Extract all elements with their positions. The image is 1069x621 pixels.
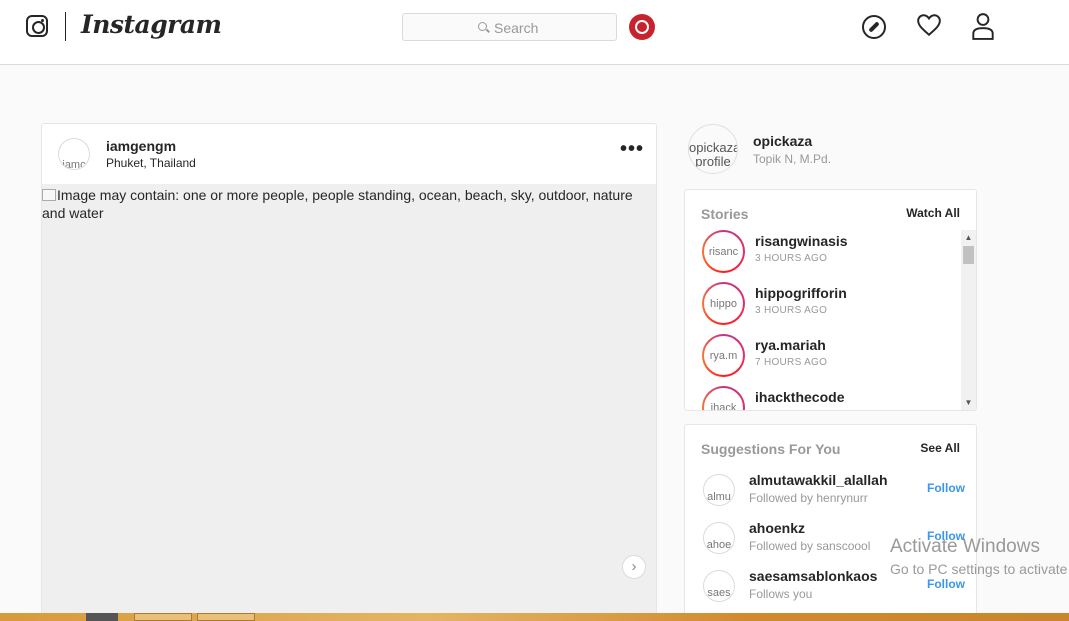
search-input[interactable]: Search [402, 13, 617, 41]
post-image-alt: Image may contain: one or more people, p… [42, 186, 642, 222]
compass-icon[interactable] [862, 15, 886, 39]
suggestion-username[interactable]: ahoenkz [749, 520, 805, 536]
story-username: hippogrifforin [755, 285, 847, 301]
suggestions-title: Suggestions For You [701, 441, 841, 457]
profile-fullname: Topik N, M.Pd. [753, 152, 832, 166]
story-avatar-ring: ihack [702, 386, 745, 410]
profile-username[interactable]: opickaza [753, 133, 812, 149]
watch-all-link[interactable]: Watch All [906, 206, 960, 220]
search-placeholder: Search [494, 20, 539, 36]
suggestions-panel: Suggestions For You See All almu almutaw… [684, 424, 977, 621]
suggestion-username[interactable]: saesamsablonkaos [749, 568, 877, 584]
taskbar-app-icon[interactable] [86, 613, 118, 621]
suggestion-item: almu almutawakkil_alallah Followed by he… [703, 472, 965, 512]
story-avatar-ring: hippo [702, 282, 745, 325]
suggestion-context: Followed by sanscoool [749, 539, 871, 553]
story-avatar: ihack [704, 388, 743, 410]
stories-scrollbar[interactable]: ▲ ▼ [961, 230, 976, 410]
suggestion-avatar[interactable]: almu [703, 474, 735, 506]
story-avatar-ring: rya.m [702, 334, 745, 377]
story-avatar: rya.m [704, 336, 743, 375]
story-avatar: hippo [704, 284, 743, 323]
story-username: risangwinasis [755, 233, 848, 249]
suggestion-context: Followed by henrynurr [749, 491, 868, 505]
extension-icon[interactable] [629, 14, 655, 40]
scroll-up-arrow-icon[interactable]: ▲ [961, 230, 976, 245]
story-item[interactable]: rya.m rya.mariah 7 HOURS AGO [702, 334, 952, 378]
post-image[interactable]: Image may contain: one or more people, p… [42, 184, 656, 620]
feed-post: iamc iamgengm Phuket, Thailand ••• Image… [41, 123, 657, 621]
taskbar-app-button[interactable] [197, 613, 255, 621]
activate-windows-subtitle: Go to PC settings to activate [890, 561, 1068, 577]
logo-divider [65, 12, 66, 41]
story-time: 7 HOURS AGO [755, 357, 828, 368]
post-image-alt-text: Image may contain: one or more people, p… [42, 187, 633, 221]
story-time: 3 HOURS AGO [755, 253, 828, 264]
post-username[interactable]: iamgengm [106, 138, 176, 154]
taskbar-app-button[interactable] [134, 613, 192, 621]
more-options-icon[interactable]: ••• [620, 139, 644, 159]
scroll-thumb[interactable] [963, 246, 974, 264]
taskbar [0, 613, 1069, 621]
story-avatar: risanc [704, 232, 743, 271]
scroll-down-arrow-icon[interactable]: ▼ [961, 395, 976, 410]
suggestion-avatar[interactable]: ahoe [703, 522, 735, 554]
story-username: rya.mariah [755, 337, 826, 353]
story-item[interactable]: ihack ihackthecode [702, 386, 952, 410]
broken-image-icon [42, 189, 56, 201]
chevron-right-icon[interactable]: › [622, 555, 646, 579]
story-item[interactable]: hippo hippogrifforin 3 HOURS AGO [702, 282, 952, 326]
see-all-link[interactable]: See All [920, 441, 960, 455]
user-icon[interactable] [970, 12, 996, 40]
stories-panel: Stories Watch All risanc risangwinasis 3… [684, 189, 977, 411]
top-navbar: Instagram Search [0, 0, 1069, 65]
story-item[interactable]: risanc risangwinasis 3 HOURS AGO [702, 230, 952, 274]
heart-icon[interactable] [916, 12, 942, 38]
instagram-glyph-icon[interactable] [26, 15, 48, 37]
instagram-wordmark[interactable]: Instagram [81, 10, 222, 39]
stories-list[interactable]: risanc risangwinasis 3 HOURS AGO hippo h… [685, 230, 961, 410]
profile-avatar[interactable]: opickaza profile [688, 124, 738, 174]
story-avatar-ring: risanc [702, 230, 745, 273]
activate-windows-title: Activate Windows [890, 536, 1040, 557]
suggestion-username[interactable]: almutawakkil_alallah [749, 472, 888, 488]
stories-title: Stories [701, 206, 749, 222]
follow-button[interactable]: Follow [927, 577, 965, 591]
suggestion-context: Follows you [749, 587, 813, 601]
post-location[interactable]: Phuket, Thailand [106, 156, 196, 170]
search-icon [478, 22, 487, 31]
follow-button[interactable]: Follow [927, 481, 965, 495]
story-username: ihackthecode [755, 389, 845, 405]
suggestion-avatar[interactable]: saes [703, 570, 735, 602]
story-time: 3 HOURS AGO [755, 305, 828, 316]
post-avatar[interactable]: iamc [58, 138, 90, 170]
